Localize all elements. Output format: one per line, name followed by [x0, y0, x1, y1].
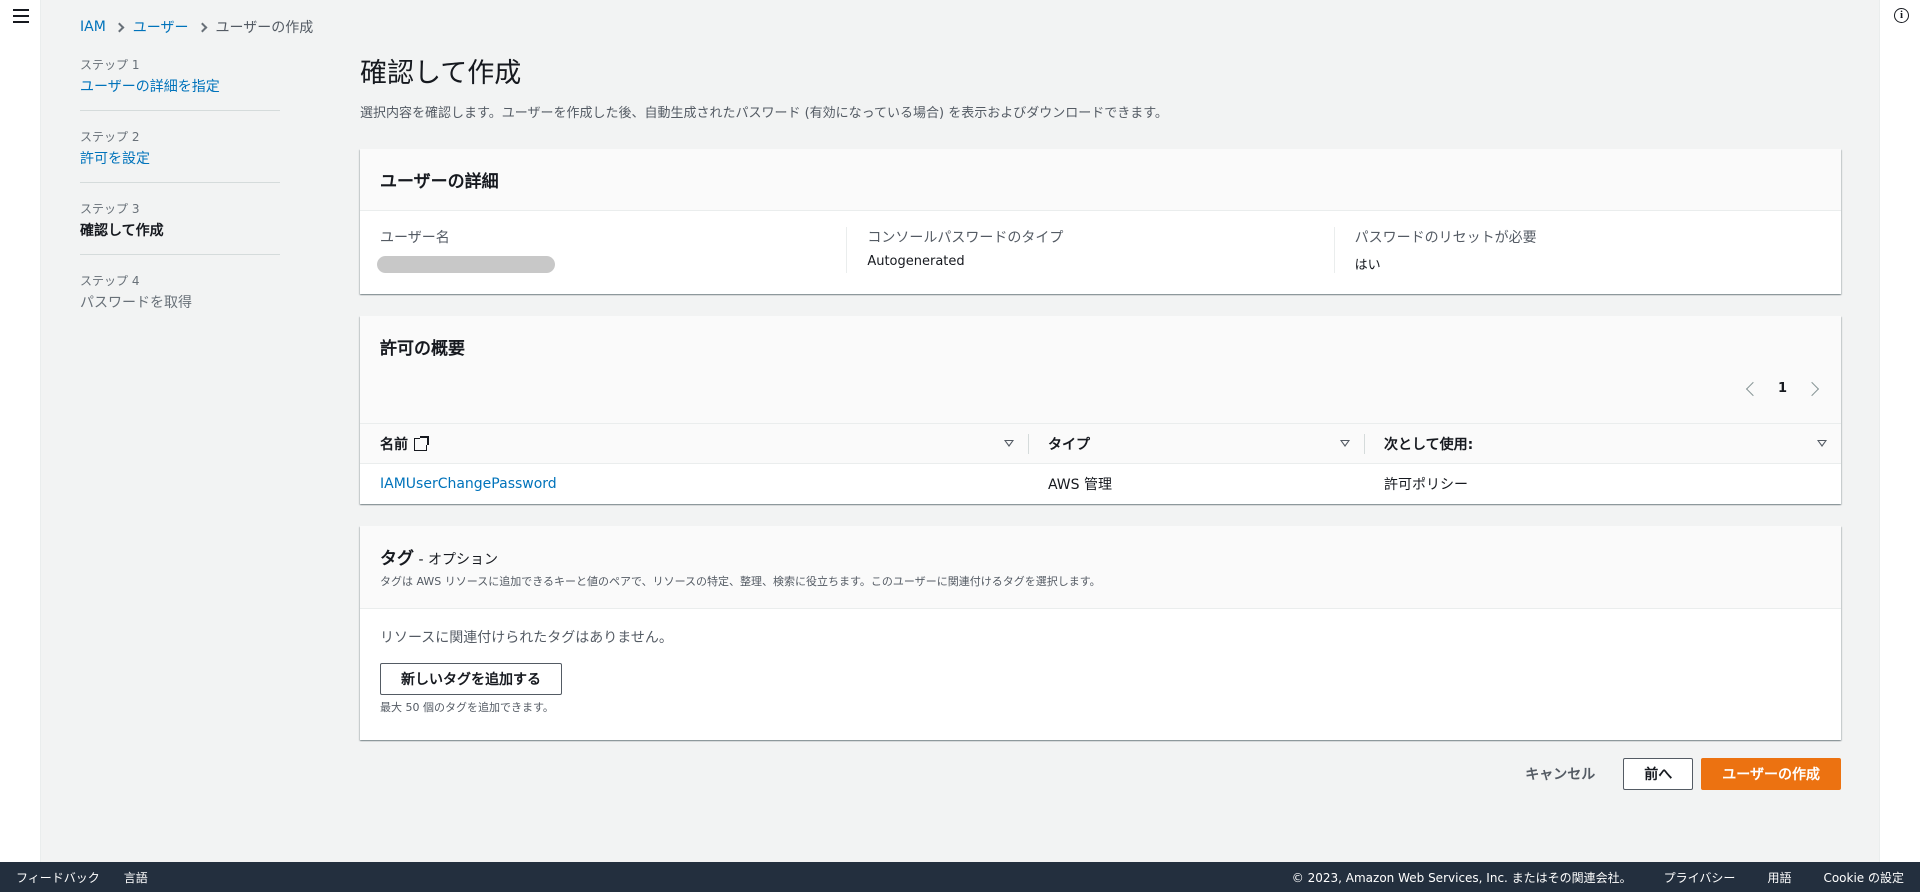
pagination: 1	[1745, 381, 1820, 396]
terms-link[interactable]: 用語	[1767, 869, 1791, 886]
password-type-field: コンソールパスワードのタイプ Autogenerated	[846, 227, 1333, 273]
step-label: ステップ 4	[80, 274, 140, 288]
column-header-type[interactable]: タイプ	[1028, 424, 1364, 463]
column-name-label: 名前	[380, 436, 408, 453]
wizard-steps: ステップ 1 ユーザーの詳細を指定 ステップ 2 許可を設定 ステップ 3 確認…	[80, 56, 280, 343]
table-header: 名前 タイプ 次として使用:	[360, 423, 1841, 464]
language-link[interactable]: 言語	[124, 869, 148, 886]
step-link-permissions[interactable]: 許可を設定	[80, 151, 150, 167]
username-field: ユーザー名	[377, 227, 846, 273]
column-header-usage[interactable]: 次として使用:	[1364, 424, 1841, 463]
step-3: ステップ 3 確認して作成	[80, 200, 280, 255]
tags-limit-hint: 最大 50 個のタグを追加できます。	[380, 701, 554, 714]
sort-icon[interactable]	[1817, 440, 1827, 447]
step-label: ステップ 2	[80, 130, 140, 144]
tags-panel: タグ - オプション タグは AWS リソースに追加できるキーと値のペアで、リソ…	[360, 526, 1841, 740]
chevron-right-icon	[114, 22, 125, 32]
tags-body: リソースに関連付けられたタグはありません。 新しいタグを追加する 最大 50 個…	[360, 609, 1841, 733]
create-user-button[interactable]: ユーザーの作成	[1701, 758, 1841, 790]
breadcrumb-iam[interactable]: IAM	[80, 19, 106, 35]
user-details-panel: ユーザーの詳細 ユーザー名 コンソールパスワードのタイプ Autogenerat…	[360, 149, 1841, 294]
review-content: 確認して作成 選択内容を確認します。ユーザーを作成した後、自動生成されたパスワー…	[360, 56, 1841, 790]
username-label: ユーザー名	[380, 230, 450, 246]
step-retrieve-password: パスワードを取得	[80, 295, 192, 311]
step-2: ステップ 2 許可を設定	[80, 128, 280, 183]
info-icon[interactable]: i	[1894, 8, 1909, 23]
right-rail: i	[1879, 0, 1920, 862]
page-number[interactable]: 1	[1778, 381, 1787, 396]
page-description: 選択内容を確認します。ユーザーを作成した後、自動生成されたパスワード (有効にな…	[360, 106, 1168, 121]
sort-icon[interactable]	[1340, 440, 1350, 447]
privacy-link[interactable]: プライバシー	[1664, 869, 1736, 886]
column-header-name[interactable]: 名前	[360, 424, 1028, 463]
tags-empty-text: リソースに関連付けられたタグはありません。	[380, 630, 673, 646]
policy-link[interactable]: IAMUserChangePassword	[380, 476, 557, 492]
breadcrumb: IAM ユーザー ユーザーの作成	[80, 17, 313, 37]
user-details-heading: ユーザーの詳細	[380, 172, 499, 192]
page-title: 確認して作成	[360, 58, 522, 89]
table-row: IAMUserChangePassword AWS 管理 許可ポリシー	[360, 464, 1841, 504]
main-content: IAM ユーザー ユーザーの作成 ステップ 1 ユーザーの詳細を指定 ステップ …	[41, 0, 1879, 862]
policy-type: AWS 管理	[1048, 477, 1112, 493]
tags-optional-label: - オプション	[414, 552, 498, 568]
step-4: ステップ 4 パスワードを取得	[80, 272, 280, 326]
panel-header: 許可の概要	[360, 316, 1841, 423]
tags-heading: タグ - オプション	[380, 544, 1821, 569]
external-link-icon	[414, 436, 429, 451]
feedback-link[interactable]: フィードバック	[16, 869, 100, 886]
cancel-button[interactable]: キャンセル	[1505, 758, 1615, 790]
tags-title: タグ	[380, 549, 414, 569]
permissions-table: 名前 タイプ 次として使用: IAMUserChangePassword AWS…	[360, 423, 1841, 504]
add-tag-button[interactable]: 新しいタグを追加する	[380, 663, 562, 695]
sort-icon[interactable]	[1004, 440, 1014, 447]
breadcrumb-current: ユーザーの作成	[215, 20, 314, 36]
column-type-label: タイプ	[1048, 436, 1090, 453]
column-usage-label: 次として使用:	[1384, 436, 1474, 453]
chevron-right-icon[interactable]	[1804, 381, 1820, 396]
step-label: ステップ 3	[80, 202, 140, 216]
permissions-heading: 許可の概要	[380, 339, 465, 359]
left-rail	[0, 0, 41, 862]
chevron-right-icon	[197, 22, 207, 32]
permissions-summary-panel: 許可の概要 1 名前 タイプ 次として使用: IAMUserChangePass…	[360, 316, 1841, 504]
copyright-text: © 2023, Amazon Web Services, Inc. またはその関…	[1291, 870, 1632, 885]
password-reset-label: パスワードのリセットが必要	[1354, 230, 1537, 246]
password-type-label: コンソールパスワードのタイプ	[867, 230, 1064, 246]
redacted-username	[377, 256, 555, 273]
password-reset-field: パスワードのリセットが必要 はい	[1333, 227, 1821, 273]
breadcrumb-users[interactable]: ユーザー	[133, 17, 189, 37]
chevron-left-icon[interactable]	[1745, 381, 1761, 396]
step-1: ステップ 1 ユーザーの詳細を指定	[80, 56, 280, 111]
policy-usage: 許可ポリシー	[1384, 477, 1468, 493]
panel-header: タグ - オプション タグは AWS リソースに追加できるキーと値のペアで、リソ…	[360, 526, 1841, 609]
wizard-actions: キャンセル 前へ ユーザーの作成	[1505, 758, 1841, 790]
tags-description: タグは AWS リソースに追加できるキーと値のペアで、リソースの特定、整理、検索…	[380, 575, 1101, 588]
details-grid: ユーザー名 コンソールパスワードのタイプ Autogenerated パスワード…	[360, 211, 1841, 289]
console-footer: フィードバック 言語 © 2023, Amazon Web Services, …	[0, 862, 1920, 892]
previous-button[interactable]: 前へ	[1623, 758, 1694, 790]
step-link-user-details[interactable]: ユーザーの詳細を指定	[80, 79, 220, 95]
hamburger-menu-icon[interactable]	[13, 9, 29, 23]
cookie-preferences-link[interactable]: Cookie の設定	[1823, 869, 1904, 886]
panel-header: ユーザーの詳細	[360, 149, 1841, 211]
password-reset-value: はい	[1354, 258, 1381, 273]
step-label: ステップ 1	[80, 58, 140, 72]
password-type-value: Autogenerated	[867, 254, 965, 269]
step-current-review: 確認して作成	[80, 223, 164, 239]
